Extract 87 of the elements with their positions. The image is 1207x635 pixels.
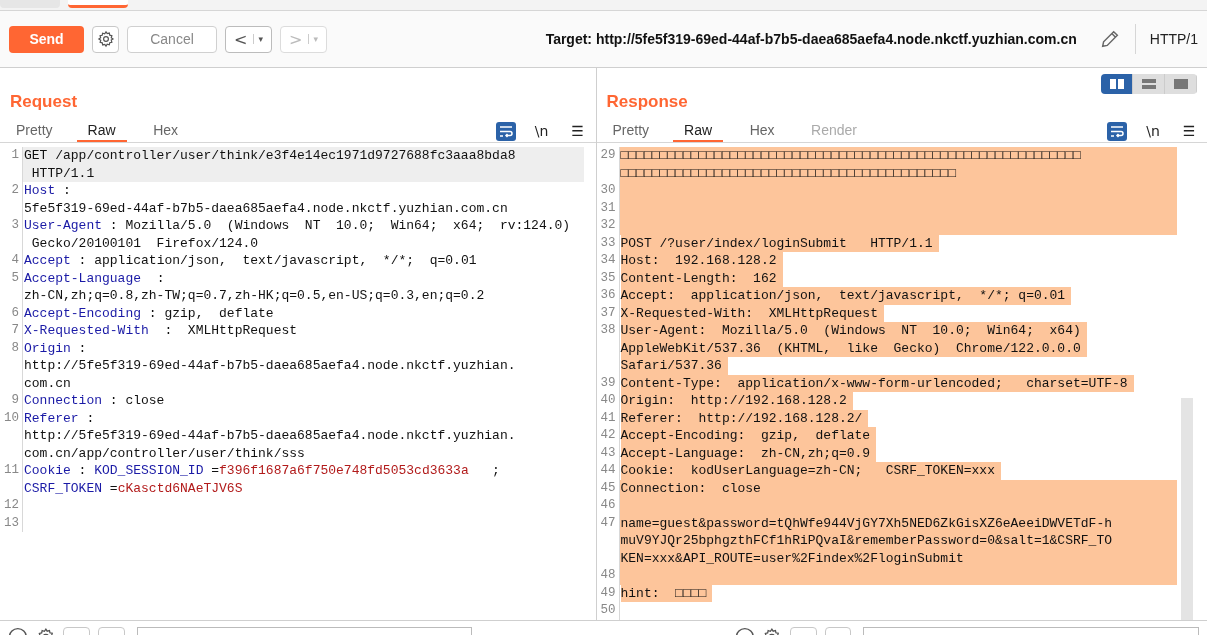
line-number: 45 xyxy=(596,479,620,497)
code-line: Connection : close xyxy=(24,392,166,410)
line-number: 11 xyxy=(0,462,23,497)
code-line: GET /app/controller/user/think/e3f4e14ec1971d9727688fc3aaa8bda8 xyxy=(24,147,517,165)
line-number: 8 xyxy=(0,339,23,392)
line-number: 38 xyxy=(596,322,620,375)
line-number: 43 xyxy=(596,444,620,462)
code-line: User-Agent : Mozilla/5.0 (Windows NT 10.0; Win64; x64; rv:124.0) xyxy=(24,217,572,235)
line-number: 12 xyxy=(0,497,23,515)
code-line: 5fe5f319-69ed-44af-b7b5-daea685aefa4.node.nkctf.yuzhian.com.cn xyxy=(24,199,509,217)
code-line: □□□□□□□□□□□□□□□□□□□□□□□□□□□□□□□□□□□□□□□□□□□□□□□□□□□□□□□□□□□ xyxy=(620,147,1082,165)
line-number: 41 xyxy=(596,409,620,427)
line-number: 33 xyxy=(596,234,620,252)
line-number: 29 xyxy=(596,147,620,182)
code-line: http://5fe5f319-69ed-44af-b7b5-daea685aefa4.node.nkctf.yuzhian. xyxy=(24,427,517,445)
code-line: muV9YJQr25bphgzthFCf1hRiPQvaI&rememberPassword=0&salt=1&CSRF_TO xyxy=(620,532,1113,550)
view-tab[interactable]: Hex xyxy=(737,120,788,142)
code-line: Accept-Encoding : gzip, deflate xyxy=(24,304,275,322)
code-line: Accept-Language : xyxy=(24,269,166,287)
layout-button[interactable] xyxy=(1133,74,1165,94)
line-number: 6 xyxy=(0,304,23,322)
side-by-side-icon xyxy=(1109,79,1124,89)
line-number: 3 xyxy=(0,217,23,252)
single-pane-icon xyxy=(1173,79,1188,89)
line-number: 13 xyxy=(0,514,23,532)
code-line: X-Requested-With : XMLHttpRequest xyxy=(24,322,299,340)
code-line: Gecko/20100101 Firefox/124.0 xyxy=(30,234,260,252)
line-number: 46 xyxy=(596,497,620,515)
target-url: Target: http://5fe5f319-69ed-44af-b7b5-daea685aefa4.node.nkctf.yuzhian.com.cn xyxy=(545,31,1077,47)
line-number: 9 xyxy=(0,392,23,410)
view-tab[interactable]: Pretty xyxy=(6,120,63,142)
code-line: com.cn/app/controller/user/think/sss xyxy=(24,444,306,462)
code-line: Accept : application/json, text/javascript, */*; q=0.01 xyxy=(24,252,478,270)
layout-button[interactable] xyxy=(1165,74,1197,94)
pane-title: Response xyxy=(606,92,688,112)
code-line: zh-CN,zh;q=0.8,zh-TW;q=0.7,zh-HK;q=0.5,en-US;q=0.3,en;q=0.2 xyxy=(24,287,486,305)
line-number: 49 xyxy=(596,584,620,602)
line-number: 37 xyxy=(596,304,620,322)
line-number: 32 xyxy=(596,217,620,235)
pane-title: Request xyxy=(10,92,78,112)
line-number: 39 xyxy=(596,374,620,392)
protocol-label: HTTP/1 xyxy=(1149,31,1198,47)
code-line: com.cn xyxy=(24,374,72,392)
line-number: 44 xyxy=(596,462,620,480)
view-tab[interactable]: Pretty xyxy=(602,120,660,142)
line-number: 36 xyxy=(596,287,620,305)
code-line: Referer : xyxy=(24,409,96,427)
code-line: HTTP/1.1 xyxy=(30,164,96,182)
line-number: 42 xyxy=(596,427,620,445)
settings-icon xyxy=(96,30,115,48)
code-line: Cookie : KOD_SESSION_ID =f396f1687a6f750e748fd5053cd3633a ; xyxy=(24,462,501,480)
view-tab[interactable]: Raw xyxy=(76,120,127,142)
menu-button[interactable]: ☰ xyxy=(1179,121,1199,141)
code-line: □□□□□□□□□□□□□□□□□□□□□□□□□□□□□□□□□□□□□□□□□□□ xyxy=(620,164,957,182)
view-tab[interactable]: Hex xyxy=(140,120,191,142)
line-number: 50 xyxy=(596,602,620,620)
line-number: 4 xyxy=(0,252,23,270)
wrap-toggle[interactable] xyxy=(1107,121,1127,141)
code-line: Host : xyxy=(24,182,72,200)
code-line: Origin : xyxy=(24,339,88,357)
line-number: 47 xyxy=(596,514,620,567)
line-number: 40 xyxy=(596,392,620,410)
line-number: 34 xyxy=(596,252,620,270)
cancel-button[interactable]: Cancel xyxy=(127,25,217,53)
line-number: 2 xyxy=(0,182,23,217)
line-number: 7 xyxy=(0,322,23,340)
line-number: 48 xyxy=(596,567,620,585)
line-number: 31 xyxy=(596,199,620,217)
wrap-toggle[interactable] xyxy=(495,121,516,141)
line-number: 5 xyxy=(0,269,23,305)
newline-toggle[interactable]: \n xyxy=(531,121,552,141)
line-number: 10 xyxy=(0,409,23,462)
stacked-panes-icon xyxy=(1141,79,1156,89)
code-line: KEN=xxx&API_ROUTE=user%2Findex%2FloginSubmit xyxy=(620,549,965,567)
code-line: Connection: close xyxy=(620,479,762,497)
menu-button[interactable]: ☰ xyxy=(567,121,588,141)
newline-toggle[interactable]: \n xyxy=(1143,121,1163,141)
scrollbar[interactable] xyxy=(1181,398,1193,620)
settings-button[interactable] xyxy=(92,25,119,53)
code-line: name=guest&password=tQhWfe944VjGY7Xh5NED6ZkGisXZ6eAeeiDWVETdF-h xyxy=(620,514,1113,532)
code-line: CSRF_TOKEN =cKasctd6NAeTJV6S xyxy=(24,479,244,497)
view-tab[interactable]: Raw xyxy=(673,120,724,142)
back-button[interactable]: < ▾ xyxy=(225,25,272,53)
layout-button[interactable] xyxy=(1101,74,1133,94)
line-number: 35 xyxy=(596,269,620,287)
code-line: http://5fe5f319-69ed-44af-b7b5-daea685aefa4.node.nkctf.yuzhian. xyxy=(24,357,517,375)
line-number: 30 xyxy=(596,182,620,200)
